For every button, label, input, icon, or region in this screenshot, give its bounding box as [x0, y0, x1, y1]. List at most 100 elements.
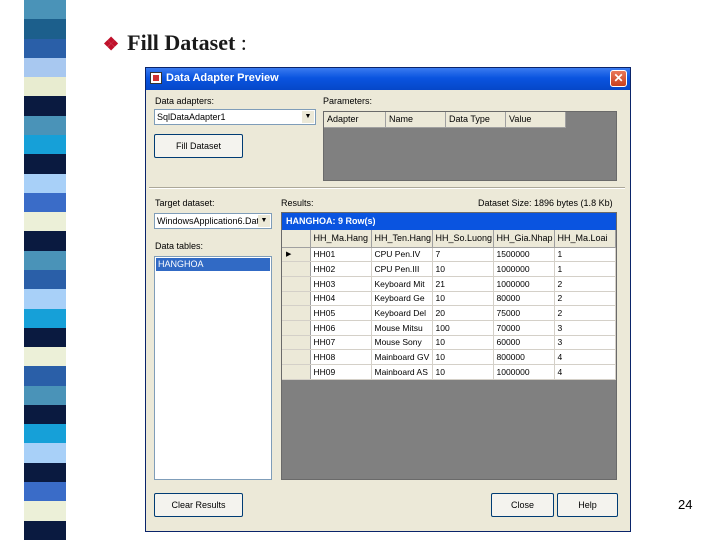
table-row[interactable]: HH05 Keyboard Del 20 75000 2	[282, 305, 616, 321]
table-cell[interactable]: Keyboard Mit	[371, 276, 433, 292]
param-column-header[interactable]: Name	[386, 112, 446, 128]
table-cell[interactable]: 7	[432, 247, 494, 263]
clear-results-button[interactable]: Clear Results	[154, 493, 243, 517]
table-row[interactable]: HH02 CPU Pen.III 10 1000000 1	[282, 261, 616, 277]
dialog-title: Data Adapter Preview	[166, 72, 279, 84]
table-cell[interactable]: 10	[432, 349, 494, 365]
chevron-down-icon[interactable]: ▼	[302, 111, 314, 123]
stripe-segment	[24, 96, 66, 116]
stripe-segment	[24, 404, 66, 425]
table-cell[interactable]: Keyboard Del	[371, 305, 433, 321]
results-column-header[interactable]: HH_Gia.Nhap	[493, 230, 555, 248]
row-selector[interactable]	[282, 320, 311, 336]
table-cell[interactable]: 2	[554, 276, 616, 292]
table-cell[interactable]: 1	[554, 247, 616, 263]
table-cell[interactable]: 1000000	[493, 276, 555, 292]
results-column-header[interactable]: HH_So.Luong	[432, 230, 494, 248]
data-adapters-select-value: SqlDataAdapter1	[157, 112, 226, 122]
table-cell[interactable]: 1500000	[493, 247, 555, 263]
stripe-segment	[24, 347, 66, 367]
row-selector[interactable]	[282, 305, 311, 321]
results-column-header[interactable]: HH_Ten.Hang	[371, 230, 433, 248]
data-tables-list[interactable]: HANGHOA	[154, 256, 272, 480]
row-selector[interactable]	[282, 364, 311, 380]
table-row[interactable]: HH07 Mouse Sony 10 60000 3	[282, 335, 616, 351]
dialog-titlebar[interactable]: Data Adapter Preview ✕	[146, 68, 630, 90]
table-cell[interactable]: HH05	[310, 305, 372, 321]
table-cell[interactable]: HH07	[310, 335, 372, 351]
target-dataset-select[interactable]: WindowsApplication6.Dat ▼	[154, 213, 272, 229]
results-header-row: HH_Ma.Hang HH_Ten.Hang HH_So.Luong HH_Gia.N…	[282, 230, 616, 248]
table-cell[interactable]: CPU Pen.IV	[371, 247, 433, 263]
table-cell[interactable]: 2	[554, 291, 616, 307]
table-row[interactable]: HH04 Keyboard Ge 10 80000 2	[282, 291, 616, 307]
param-column-header[interactable]: Adapter	[324, 112, 386, 128]
results-table: HH_Ma.Hang HH_Ten.Hang HH_So.Luong HH_Gia.N…	[282, 230, 616, 380]
table-cell[interactable]: 4	[554, 349, 616, 365]
table-cell[interactable]: CPU Pen.III	[371, 261, 433, 277]
table-cell[interactable]: 800000	[493, 349, 555, 365]
table-row[interactable]: ▶ HH01 CPU Pen.IV 7 1500000 1	[282, 247, 616, 263]
table-cell[interactable]: HH03	[310, 276, 372, 292]
table-cell[interactable]: Mouse Sony	[371, 335, 433, 351]
table-cell[interactable]: 10	[432, 291, 494, 307]
table-cell[interactable]: 60000	[493, 335, 555, 351]
table-cell[interactable]: HH02	[310, 261, 372, 277]
table-cell[interactable]: 3	[554, 335, 616, 351]
close-window-button[interactable]: ✕	[610, 70, 627, 87]
close-button[interactable]: Close	[491, 493, 554, 517]
stripe-segment	[24, 443, 66, 463]
table-row[interactable]: HH03 Keyboard Mit 21 1000000 2	[282, 276, 616, 292]
data-table-item-hanghoa[interactable]: HANGHOA	[156, 258, 270, 271]
table-cell[interactable]: Mainboard AS	[371, 364, 433, 380]
page-number: 24	[678, 497, 693, 512]
row-pointer-icon[interactable]: ▶	[282, 247, 311, 263]
table-cell[interactable]: 70000	[493, 320, 555, 336]
table-cell[interactable]: 10	[432, 261, 494, 277]
stripe-segment	[24, 327, 66, 348]
table-cell[interactable]: HH08	[310, 349, 372, 365]
slide-title-text: Fill Dataset	[127, 30, 236, 55]
row-selector[interactable]	[282, 291, 311, 307]
results-column-header[interactable]: HH_Ma.Hang	[310, 230, 372, 248]
fill-dataset-button[interactable]: Fill Dataset	[154, 134, 243, 158]
help-button[interactable]: Help	[557, 493, 618, 517]
table-cell[interactable]: 1000000	[493, 261, 555, 277]
stripe-segment	[24, 192, 66, 213]
table-cell[interactable]: 3	[554, 320, 616, 336]
table-cell[interactable]: Keyboard Ge	[371, 291, 433, 307]
table-cell[interactable]: 10	[432, 335, 494, 351]
table-row[interactable]: HH08 Mainboard GV 10 800000 4	[282, 349, 616, 365]
slide-title: ❖ Fill Dataset :	[103, 30, 247, 56]
table-cell[interactable]: Mainboard GV	[371, 349, 433, 365]
table-cell[interactable]: 21	[432, 276, 494, 292]
table-row[interactable]: HH06 Mouse Mitsu 100 70000 3	[282, 320, 616, 336]
table-cell[interactable]: 100	[432, 320, 494, 336]
row-selector[interactable]	[282, 261, 311, 277]
table-cell[interactable]: 20	[432, 305, 494, 321]
table-cell[interactable]: 80000	[493, 291, 555, 307]
param-column-header[interactable]: Data Type	[446, 112, 506, 128]
table-cell[interactable]: 2	[554, 305, 616, 321]
table-cell[interactable]: 10	[432, 364, 494, 380]
row-selector[interactable]	[282, 349, 311, 365]
table-cell[interactable]: HH09	[310, 364, 372, 380]
parameters-grid[interactable]: Adapter Name Data Type Value	[323, 111, 617, 181]
table-cell[interactable]: HH01	[310, 247, 372, 263]
table-cell[interactable]: HH04	[310, 291, 372, 307]
table-cell[interactable]: 75000	[493, 305, 555, 321]
row-selector[interactable]	[282, 276, 311, 292]
table-cell[interactable]: 4	[554, 364, 616, 380]
table-cell[interactable]: HH06	[310, 320, 372, 336]
chevron-down-icon[interactable]: ▼	[258, 215, 270, 227]
table-cell[interactable]: 1000000	[493, 364, 555, 380]
row-selector[interactable]	[282, 335, 311, 351]
data-adapters-select[interactable]: SqlDataAdapter1 ▼	[154, 109, 316, 125]
param-column-header[interactable]: Value	[506, 112, 566, 128]
results-grid[interactable]: HANGHOA: 9 Row(s) HH_Ma.Hang HH_Ten.Hang H…	[281, 212, 617, 480]
results-column-header[interactable]: HH_Ma.Loai	[554, 230, 616, 248]
table-cell[interactable]: 1	[554, 261, 616, 277]
table-row[interactable]: HH09 Mainboard AS 10 1000000 4	[282, 364, 616, 380]
stripe-segment	[24, 231, 66, 251]
table-cell[interactable]: Mouse Mitsu	[371, 320, 433, 336]
